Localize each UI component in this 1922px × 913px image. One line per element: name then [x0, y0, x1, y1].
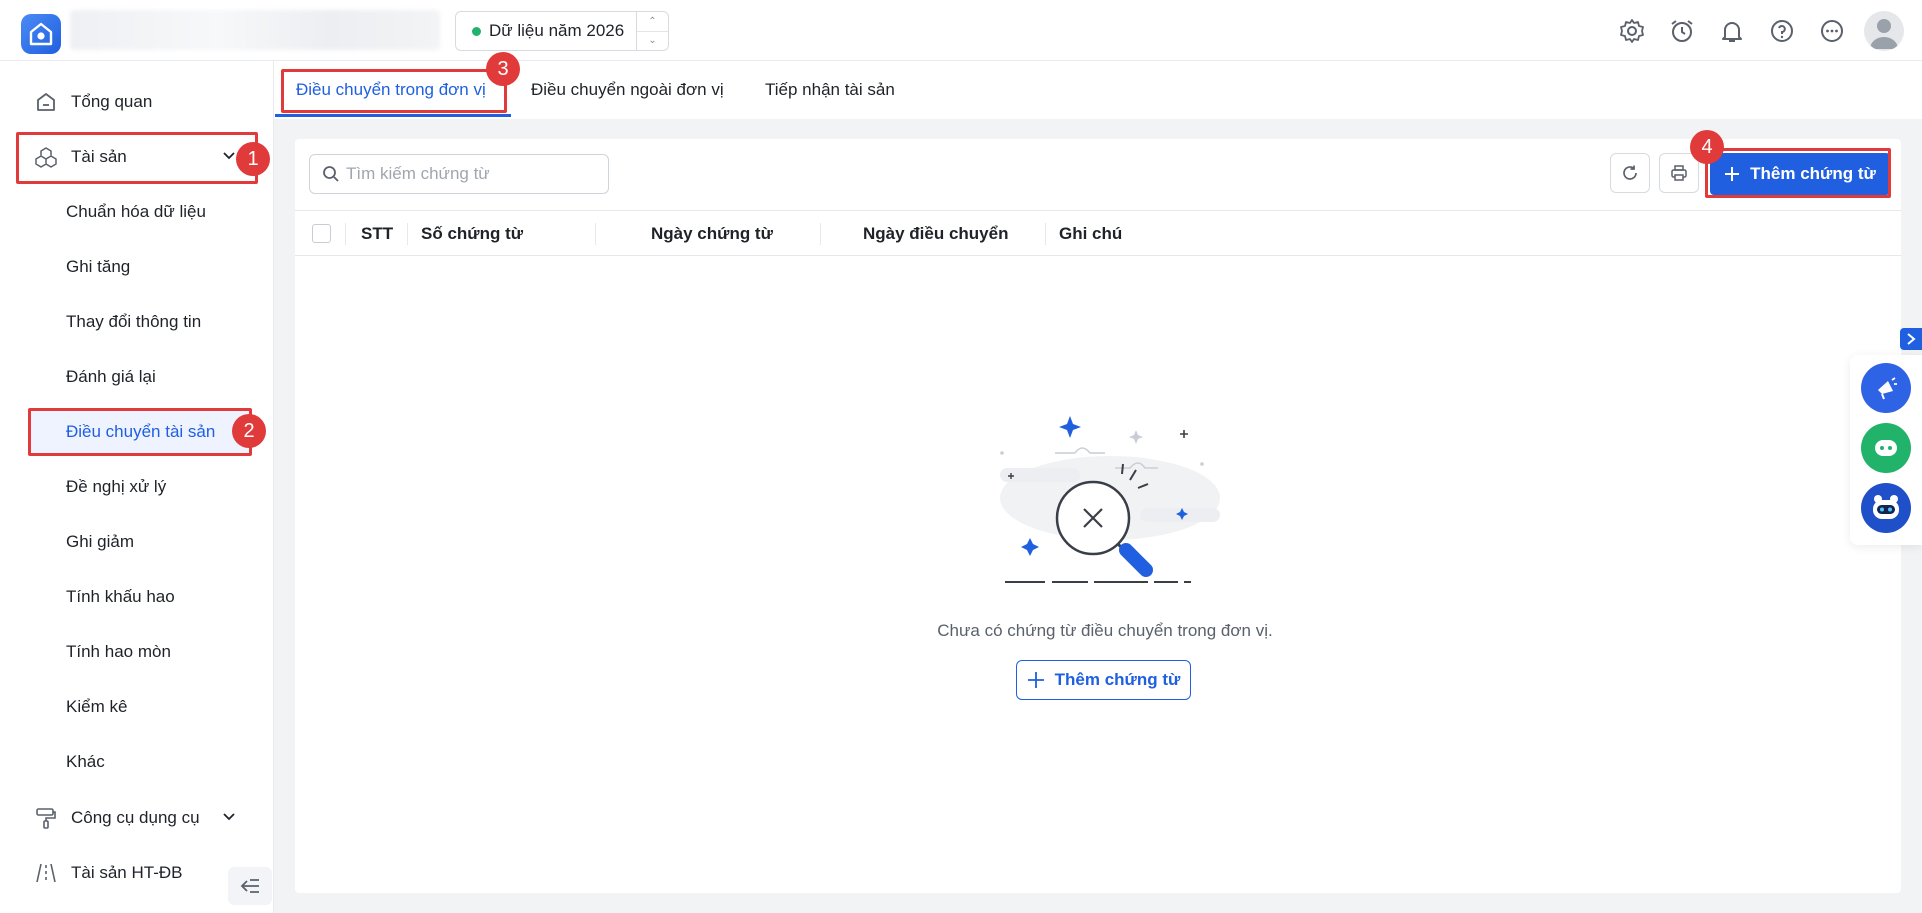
- floating-tools-panel: [1850, 355, 1922, 545]
- empty-search-illustration: [1000, 416, 1220, 583]
- bell-icon[interactable]: [1714, 13, 1750, 49]
- megaphone-icon: [1878, 377, 1897, 400]
- empty-state-message: Chưa có chứng từ điều chuyển trong đơn v…: [937, 621, 1273, 640]
- year-spinner[interactable]: ⌃ ⌄: [636, 12, 668, 50]
- sidebar-subitem-disposal-request[interactable]: Đề nghị xử lý: [66, 477, 166, 497]
- empty-add-document-button[interactable]: Thêm chứng từ: [1016, 660, 1191, 700]
- refresh-icon: [1623, 165, 1637, 180]
- sidebar-item-label: Công cụ dụng cụ: [71, 808, 200, 827]
- column-separator: [595, 223, 596, 245]
- annotation-badge-1: 1: [236, 142, 270, 176]
- year-selector[interactable]: Dữ liệu năm 2026 ⌃ ⌄: [455, 11, 669, 51]
- settings-icon[interactable]: [1614, 13, 1650, 49]
- sidebar-subitem-inventory[interactable]: Kiểm kê: [66, 697, 127, 717]
- more-icon[interactable]: [1814, 13, 1850, 49]
- sidebar-subitem-standardize-data[interactable]: Chuẩn hóa dữ liệu: [66, 202, 206, 222]
- annotation-badge-2: 2: [232, 414, 266, 448]
- column-separator: [407, 223, 408, 245]
- sidebar-subitem-depreciation[interactable]: Tính khấu hao: [66, 587, 175, 607]
- search-icon: [323, 166, 339, 182]
- select-all-checkbox[interactable]: [312, 224, 331, 243]
- chat-support-button[interactable]: [1861, 423, 1911, 473]
- column-header-transfer-date[interactable]: Ngày điều chuyển: [863, 224, 1008, 244]
- annotation-box-4: [1705, 148, 1891, 198]
- chevron-down-icon[interactable]: ⌄: [637, 32, 668, 51]
- chevron-down-icon[interactable]: [222, 810, 236, 824]
- home-icon: [37, 93, 55, 111]
- search-input[interactable]: [346, 164, 596, 184]
- house-logo-icon: [29, 22, 53, 46]
- robot-icon: [1873, 495, 1899, 519]
- search-box[interactable]: [309, 154, 609, 194]
- top-icon-group: [1614, 11, 1904, 51]
- expand-panel-button[interactable]: [1900, 328, 1922, 350]
- printer-icon: [1671, 165, 1687, 181]
- app-logo[interactable]: [21, 14, 61, 54]
- annotation-box-1: [16, 132, 258, 184]
- print-button[interactable]: [1659, 153, 1699, 193]
- help-icon[interactable]: [1764, 13, 1800, 49]
- column-separator: [1045, 223, 1046, 245]
- annotation-badge-3: 3: [486, 52, 520, 86]
- sidebar-item-label: Tài sản HT-ĐB: [71, 863, 183, 882]
- plus-icon: [1027, 672, 1044, 688]
- chat-bot-icon: [1875, 440, 1897, 456]
- column-header-doc-number[interactable]: Số chứng từ: [421, 224, 523, 244]
- sidebar-subitem-increase[interactable]: Ghi tăng: [66, 257, 130, 277]
- organization-name-blurred: [70, 10, 440, 50]
- chevron-right-icon: [1907, 333, 1916, 345]
- refresh-button[interactable]: [1610, 153, 1650, 193]
- paint-roller-icon: [36, 808, 56, 829]
- annotation-box-3: [281, 69, 507, 113]
- sidebar-subitem-wear[interactable]: Tính hao mòn: [66, 642, 171, 662]
- tab-bar: Điều chuyển trong đơn vị Điều chuyển ngo…: [274, 61, 1922, 119]
- tab-receive-assets[interactable]: Tiếp nhận tài sản: [765, 61, 895, 119]
- column-separator: [820, 223, 821, 245]
- sidebar-subitem-other[interactable]: Khác: [66, 752, 105, 772]
- sidebar-subitem-decrease[interactable]: Ghi giảm: [66, 532, 134, 552]
- sidebar: Tổng quan Tài sản Chuẩn hóa dữ liệu Ghi …: [0, 61, 274, 913]
- annotation-box-2: [28, 408, 252, 456]
- status-dot: [472, 26, 481, 36]
- collapse-left-icon: [240, 879, 259, 893]
- column-header-note[interactable]: Ghi chú: [1059, 224, 1122, 244]
- sidebar-subitem-revaluation[interactable]: Đánh giá lại: [66, 367, 156, 387]
- sidebar-item-overview[interactable]: Tổng quan: [0, 82, 274, 122]
- table-header: STT Số chứng từ Ngày chứng từ Ngày điều …: [295, 210, 1901, 256]
- tab-external-transfer[interactable]: Điều chuyển ngoài đơn vị: [531, 61, 724, 119]
- alarm-clock-icon[interactable]: [1664, 13, 1700, 49]
- top-bar: Dữ liệu năm 2026 ⌃ ⌄: [0, 0, 1922, 61]
- collapse-sidebar-button[interactable]: [228, 867, 272, 905]
- column-header-doc-date[interactable]: Ngày chứng từ: [651, 224, 773, 244]
- empty-add-document-label: Thêm chứng từ: [1054, 670, 1181, 689]
- active-tab-indicator: [275, 114, 511, 117]
- sidebar-item-label: Tổng quan: [71, 92, 153, 111]
- sidebar-item-tools[interactable]: Công cụ dụng cụ: [0, 798, 274, 838]
- sidebar-subitem-change-info[interactable]: Thay đổi thông tin: [66, 312, 201, 332]
- year-label: Dữ liệu năm 2026: [489, 21, 625, 40]
- column-header-stt[interactable]: STT: [361, 224, 393, 244]
- annotation-badge-4: 4: [1690, 130, 1724, 164]
- assistant-bot-button[interactable]: [1861, 483, 1911, 533]
- chevron-up-icon[interactable]: ⌃: [637, 12, 668, 32]
- user-icon: [1870, 19, 1898, 49]
- road-icon: [36, 863, 56, 883]
- column-separator: [345, 223, 346, 245]
- user-avatar[interactable]: [1864, 11, 1904, 51]
- announcement-button[interactable]: [1861, 363, 1911, 413]
